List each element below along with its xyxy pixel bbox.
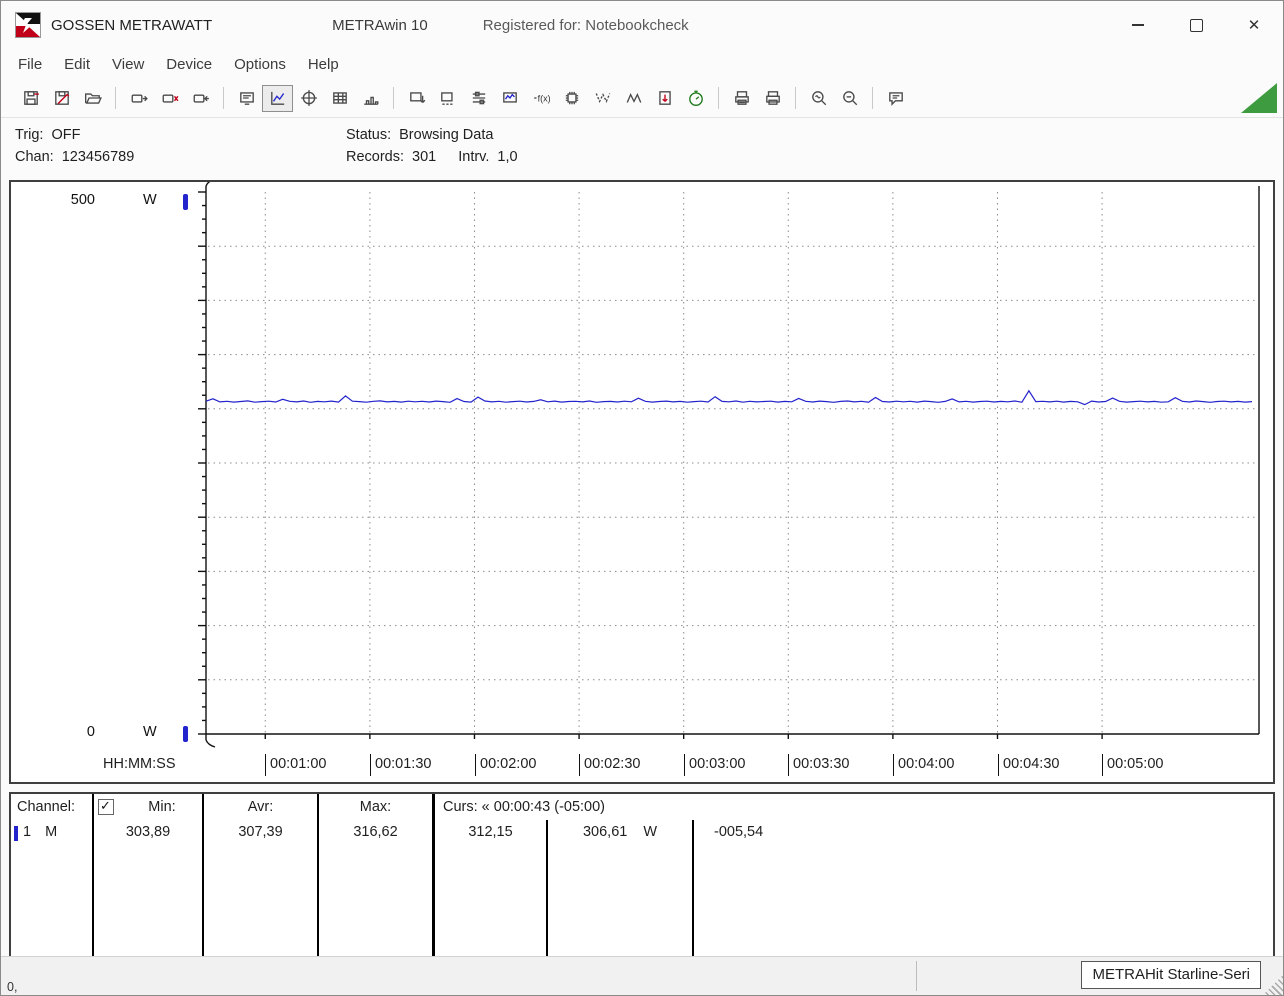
menu-item-options[interactable]: Options (223, 53, 297, 76)
row-max: 316,62 (319, 820, 435, 962)
save-button[interactable] (15, 85, 46, 112)
max-curve-button[interactable] (618, 85, 649, 112)
export-button[interactable] (649, 85, 680, 112)
toolbar-separator (795, 87, 796, 109)
channel-checkbox[interactable] (98, 798, 114, 815)
header-avr: Avr: (204, 794, 319, 820)
toolbar-separator (872, 87, 873, 109)
open-button[interactable] (77, 85, 108, 112)
zoom-out-button[interactable] (834, 85, 865, 112)
row-cursor-2: 306,61 W (548, 820, 694, 962)
menu-item-help[interactable]: Help (297, 53, 350, 76)
corner-triangle-icon (1241, 83, 1277, 113)
monitor-button[interactable] (494, 85, 525, 112)
toolbar-separator (393, 87, 394, 109)
svg-text:f(x): f(x) (537, 93, 549, 103)
y-unit-label: W (143, 192, 157, 208)
toolbar-separator (115, 87, 116, 109)
print-preview-button[interactable] (726, 85, 757, 112)
app-name: GOSSEN METRAWATT (51, 16, 213, 34)
x-tick-label: 00:03:00 (684, 754, 745, 776)
print-button[interactable] (757, 85, 788, 112)
table-button[interactable] (324, 85, 355, 112)
toolbar-separator (718, 87, 719, 109)
x-axis-name: HH:MM:SS (103, 756, 176, 772)
statusbar: 0, METRAHit Starline-Seri (1, 956, 1283, 995)
titlebar: GOSSEN METRAWATT METRAwin 10 Registered … (1, 1, 1283, 49)
scope-button[interactable] (293, 85, 324, 112)
min-curve-button[interactable] (587, 85, 618, 112)
channel-marker-bottom (183, 726, 188, 742)
minimize-icon (1132, 24, 1144, 26)
close-icon: ✕ (1247, 16, 1261, 34)
timer-button[interactable] (680, 85, 711, 112)
x-tick-label: 00:02:00 (475, 754, 536, 776)
transfer-button[interactable] (401, 85, 432, 112)
x-tick-label: 00:04:00 (893, 754, 954, 776)
memory-button[interactable] (556, 85, 587, 112)
app-window: GOSSEN METRAWATT METRAwin 10 Registered … (0, 0, 1284, 996)
row-channel: 1M (11, 820, 94, 962)
x-tick-label: 00:01:30 (370, 754, 431, 776)
channel-color-bar (14, 826, 18, 841)
row-avr: 307,39 (204, 820, 319, 962)
device-eject-button[interactable] (185, 85, 216, 112)
minimize-button[interactable] (1109, 1, 1167, 49)
list-settings-button[interactable] (463, 85, 494, 112)
row-cursor-1: 312,15 (435, 820, 548, 962)
close-button[interactable]: ✕ (1225, 1, 1283, 49)
chan-readout: Chan: 123456789 (15, 149, 135, 165)
header-channel: Channel: (11, 794, 94, 820)
device-name-box: METRAHit Starline-Seri (1081, 961, 1261, 989)
menu-item-file[interactable]: File (7, 53, 53, 76)
display-button[interactable] (231, 85, 262, 112)
y-min-label: 0 (86, 724, 95, 740)
header-cursor: Curs: « 00:00:43 (-05:00) (443, 799, 606, 815)
toolbar: f(x) (1, 79, 1283, 118)
menubar: File Edit View Device Options Help (1, 49, 1283, 79)
device-read-button[interactable] (154, 85, 185, 112)
maximize-button[interactable] (1167, 1, 1225, 49)
status-readout: Status: Browsing Data (346, 127, 494, 143)
product-name: METRAwin 10 (332, 16, 428, 34)
header-min: Min: (94, 794, 204, 820)
save-as-button[interactable] (46, 85, 77, 112)
line-chart-button[interactable] (262, 84, 293, 112)
channel-marker-top (183, 194, 188, 210)
trig-readout: Trig: OFF (15, 127, 81, 143)
chart-panel: 500 W 0 W HH:MM:SS 00:01:00 00:01:30 00:… (9, 180, 1275, 784)
records-readout: Records: 301 Intrv. 1,0 (346, 149, 518, 165)
statusbar-left-text: 0, (7, 980, 18, 994)
device-send-button[interactable] (123, 85, 154, 112)
connect-button[interactable] (432, 85, 463, 112)
row-min: 303,89 (94, 820, 204, 962)
window-controls: ✕ (1109, 1, 1283, 49)
toolbar-separator (223, 87, 224, 109)
maximize-icon (1189, 18, 1203, 32)
menu-item-view[interactable]: View (101, 53, 155, 76)
menu-item-device[interactable]: Device (155, 53, 223, 76)
note-button[interactable] (880, 85, 911, 112)
registered-text: Registered for: Notebookcheck (482, 16, 689, 34)
statistics-table: Channel: Min: Avr: Max: Curs: « 00:00:43… (9, 792, 1275, 964)
zoom-mode-button[interactable] (803, 85, 834, 112)
histogram-button[interactable] (355, 85, 386, 112)
x-tick-label: 00:03:30 (788, 754, 849, 776)
resize-grip[interactable] (1263, 975, 1283, 995)
x-tick-label: 00:05:00 (1102, 754, 1163, 776)
function-button[interactable]: f(x) (525, 85, 556, 112)
x-axis-labels: HH:MM:SS 00:01:00 00:01:30 00:02:00 00:0… (11, 754, 1273, 780)
y-unit-label-bottom: W (143, 724, 157, 740)
y-max-label: 500 (70, 192, 95, 208)
row-delta: -005,54 (714, 824, 764, 840)
x-tick-label: 00:01:00 (265, 754, 326, 776)
x-tick-label: 00:04:30 (998, 754, 1059, 776)
menu-item-edit[interactable]: Edit (53, 53, 101, 76)
header-max: Max: (319, 794, 435, 820)
statusbar-divider (916, 961, 917, 991)
app-logo-icon (15, 12, 41, 38)
x-tick-label: 00:02:30 (579, 754, 640, 776)
power-trend-chart[interactable] (11, 182, 1275, 752)
readout-panel: Trig: OFF Chan: 123456789 Status: Browsing … (1, 118, 1283, 176)
